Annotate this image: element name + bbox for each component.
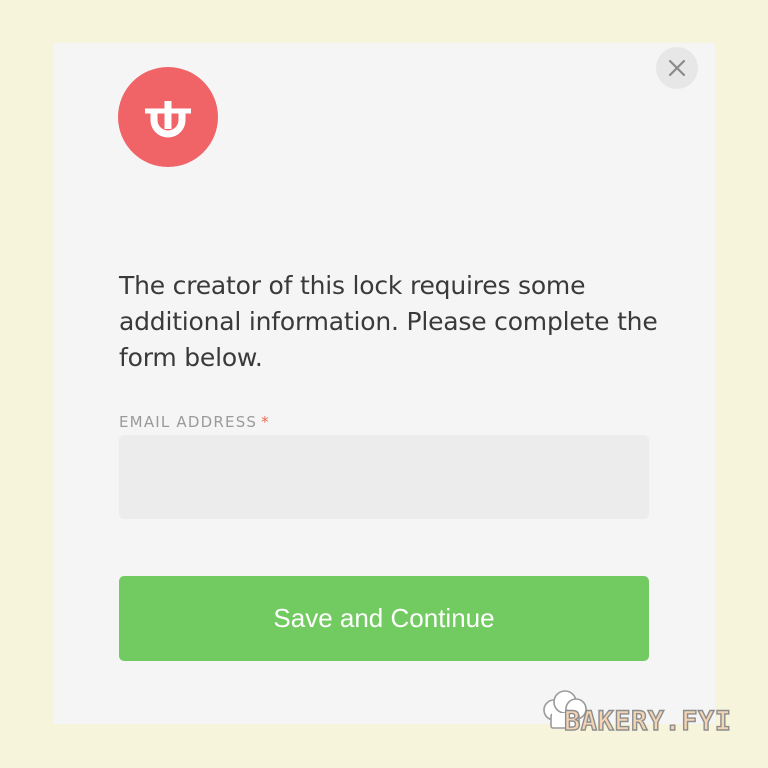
- email-input[interactable]: [119, 435, 649, 519]
- watermark-text: BAKERY.FYI: [563, 705, 732, 737]
- lock-form-modal: The creator of this lock requires some a…: [54, 43, 715, 724]
- close-button[interactable]: [656, 47, 698, 89]
- email-field-label: EMAIL ADDRESS *: [119, 413, 270, 431]
- form-message: The creator of this lock requires some a…: [119, 271, 658, 372]
- bakery-fyi-watermark: BAKERY.FYI: [540, 688, 754, 748]
- save-and-continue-button[interactable]: Save and Continue: [119, 576, 649, 661]
- email-label-text: EMAIL ADDRESS: [119, 413, 258, 431]
- unlock-logo-icon: [145, 101, 191, 138]
- close-icon: [668, 59, 686, 77]
- required-indicator: *: [261, 413, 270, 431]
- unlock-logo: [118, 67, 218, 167]
